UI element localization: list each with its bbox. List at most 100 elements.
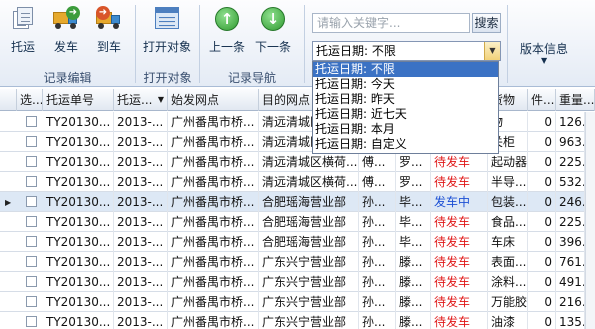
chevron-down-icon[interactable]: ▼ [484,42,500,60]
previous-record-button[interactable]: ↑ 上一条 [205,4,249,56]
cell-pieces: 0 [528,292,556,312]
table-row[interactable]: TY20130... 2013-... 广州番禺市桥... 合肥瑶海营业部 孙... 毕.… [0,232,595,252]
search-button[interactable]: 搜索 [472,13,501,33]
cell-consign-no: TY20130... [43,232,114,252]
vertical-scrollbar[interactable] [585,112,595,329]
cell-goods: 油漆 [488,312,528,329]
cell-pieces: 0 [528,252,556,272]
dropdown-option[interactable]: 托运日期: 昨天 [313,92,498,107]
cell-goods: 半导... [488,172,528,192]
cell-status: 发车中 [431,192,488,212]
cell-origin: 广州番禺市桥... [168,292,259,312]
row-select-checkbox[interactable] [26,256,37,267]
cell-origin: 广州番禺市桥... [168,212,259,232]
cell-destination: 清远清城区横荷... [259,152,359,172]
cell-pieces: 0 [528,112,556,132]
dropdown-option[interactable]: 托运日期: 自定义 [313,137,498,152]
cell-pieces: 0 [528,272,556,292]
arrow-down-circle-icon: ↓ [260,6,286,32]
row-select-checkbox[interactable] [26,136,37,147]
cell-goods: 表面... [488,252,528,272]
cell-consign-date: 2013-... [114,272,168,292]
row-select-checkbox[interactable] [26,176,37,187]
cell-status: 待发车 [431,252,488,272]
cell-origin: 广州番禺市桥... [168,132,259,152]
col-header-consign-date[interactable]: 托运... ▼ [114,89,168,111]
table-row[interactable]: TY20130... 2013-... 广州番禺市桥... 合肥瑶海营业部 孙... 毕.… [0,212,595,232]
row-select-checkbox[interactable] [26,316,37,327]
row-select-checkbox[interactable] [26,236,37,247]
table-row[interactable]: TY20130... 2013-... 广州番禺市桥... 广东兴宁营业部 孙... 滕.… [0,292,595,312]
version-info-button[interactable]: 版本信息 [520,40,568,57]
col-header-consign-no[interactable]: 托运单号 [43,89,114,111]
table-row[interactable]: TY20130... 2013-... 广州番禺市桥... 清远清城区横荷... 傅..… [0,152,595,172]
cell-consign-no: TY20130... [43,292,114,312]
dropdown-option[interactable]: 托运日期: 今天 [313,77,498,92]
cell-weight: 532... [556,172,585,192]
cell-consign-date: 2013-... [114,132,168,152]
date-filter-select[interactable]: 托运日期: 不限 ▼ [312,41,501,61]
cell-col5: 孙... [359,312,396,329]
next-record-button[interactable]: ↓ 下一条 [250,4,296,56]
table-row[interactable]: TY20130... 2013-... 广州番禺市桥... 清远清城区横荷... 关柜 0… [0,132,595,152]
current-row-indicator-icon: ▶ [5,198,12,207]
table-row[interactable]: TY20130... 2013-... 广州番禺市桥... 广东兴宁营业部 孙... 滕.… [0,272,595,292]
table-row[interactable]: TY20130... 2013-... 广州番禺市桥... 清远清城区横荷... 傅..… [0,172,595,192]
open-object-icon [154,6,180,32]
dropdown-option[interactable]: 托运日期: 近七天 [313,107,498,122]
cell-col5: 孙... [359,252,396,272]
cell-col5: 孙... [359,292,396,312]
consign-button[interactable]: 托运 [3,4,43,56]
row-select-checkbox[interactable] [26,116,37,127]
open-object-button[interactable]: 打开对象 [140,4,194,56]
col-header-consign-date-label: 托运... [117,93,153,107]
table-row[interactable]: TY20130... 2013-... 广州番禺市桥... 广东兴宁营业部 孙... 滕.… [0,252,595,272]
row-select-checkbox[interactable] [26,296,37,307]
row-select-checkbox[interactable] [26,276,37,287]
cell-destination: 广东兴宁营业部 [259,252,359,272]
cell-weight: 491... [556,272,585,292]
cell-goods: 车床 [488,232,528,252]
cell-goods: 起动器 [488,152,528,172]
row-select-checkbox[interactable] [26,216,37,227]
row-select-checkbox[interactable] [26,196,37,207]
cell-status: 待发车 [431,232,488,252]
depart-button[interactable]: ➜ 发车 [46,4,86,56]
cell-pieces: 0 [528,232,556,252]
dropdown-option[interactable]: 托运日期: 不限 [313,62,498,77]
table-row[interactable]: TY20130... 2013-... 广州番禺市桥... 广东兴宁营业部 孙... 滕.… [0,312,595,329]
cell-weight: 225... [556,212,585,232]
cell-consign-date: 2013-... [114,312,168,329]
cell-consign-date: 2013-... [114,232,168,252]
cell-status: 待发车 [431,212,488,232]
previous-record-label: 上一条 [208,40,245,54]
search-input[interactable]: 请输入关键字... [312,13,470,33]
depart-truck-icon: ➜ [53,6,80,32]
col-header-origin[interactable]: 始发网点 [168,89,259,111]
cell-origin: 广州番禺市桥... [168,192,259,212]
cell-col5: 孙... [359,192,396,212]
cell-col5: 孙... [359,272,396,292]
arrive-button[interactable]: ➜ 到车 [89,4,129,56]
table-row[interactable]: ▶ TY20130... 2013-... 广州番禺市桥... 合肥瑶海营业部 孙... 毕… [0,192,595,212]
col-header-pieces[interactable]: 件... [528,89,556,111]
next-record-label: 下一条 [254,40,291,54]
cell-destination: 广东兴宁营业部 [259,312,359,329]
cell-weight: 963... [556,132,585,152]
cell-pieces: 0 [528,172,556,192]
cell-status: 待发车 [431,292,488,312]
col-header-weight[interactable]: 重量... [556,89,595,111]
dropdown-option[interactable]: 托运日期: 本月 [313,122,498,137]
table-row[interactable]: TY20130...2013-...广州番禺市桥...清远清城区横荷...物01… [0,112,595,132]
col-header-select[interactable]: 选... [17,89,43,111]
cell-goods: 万能胶 [488,292,528,312]
cell-col6: 滕... [396,312,431,329]
cell-weight: 396... [556,232,585,252]
cell-destination: 清远清城区横荷... [259,172,359,192]
cell-col6: 罗... [396,152,431,172]
cell-consign-date: 2013-... [114,152,168,172]
row-select-checkbox[interactable] [26,156,37,167]
sort-desc-icon: ▼ [157,95,164,104]
arrive-label: 到车 [96,40,121,54]
cell-pieces: 0 [528,212,556,232]
